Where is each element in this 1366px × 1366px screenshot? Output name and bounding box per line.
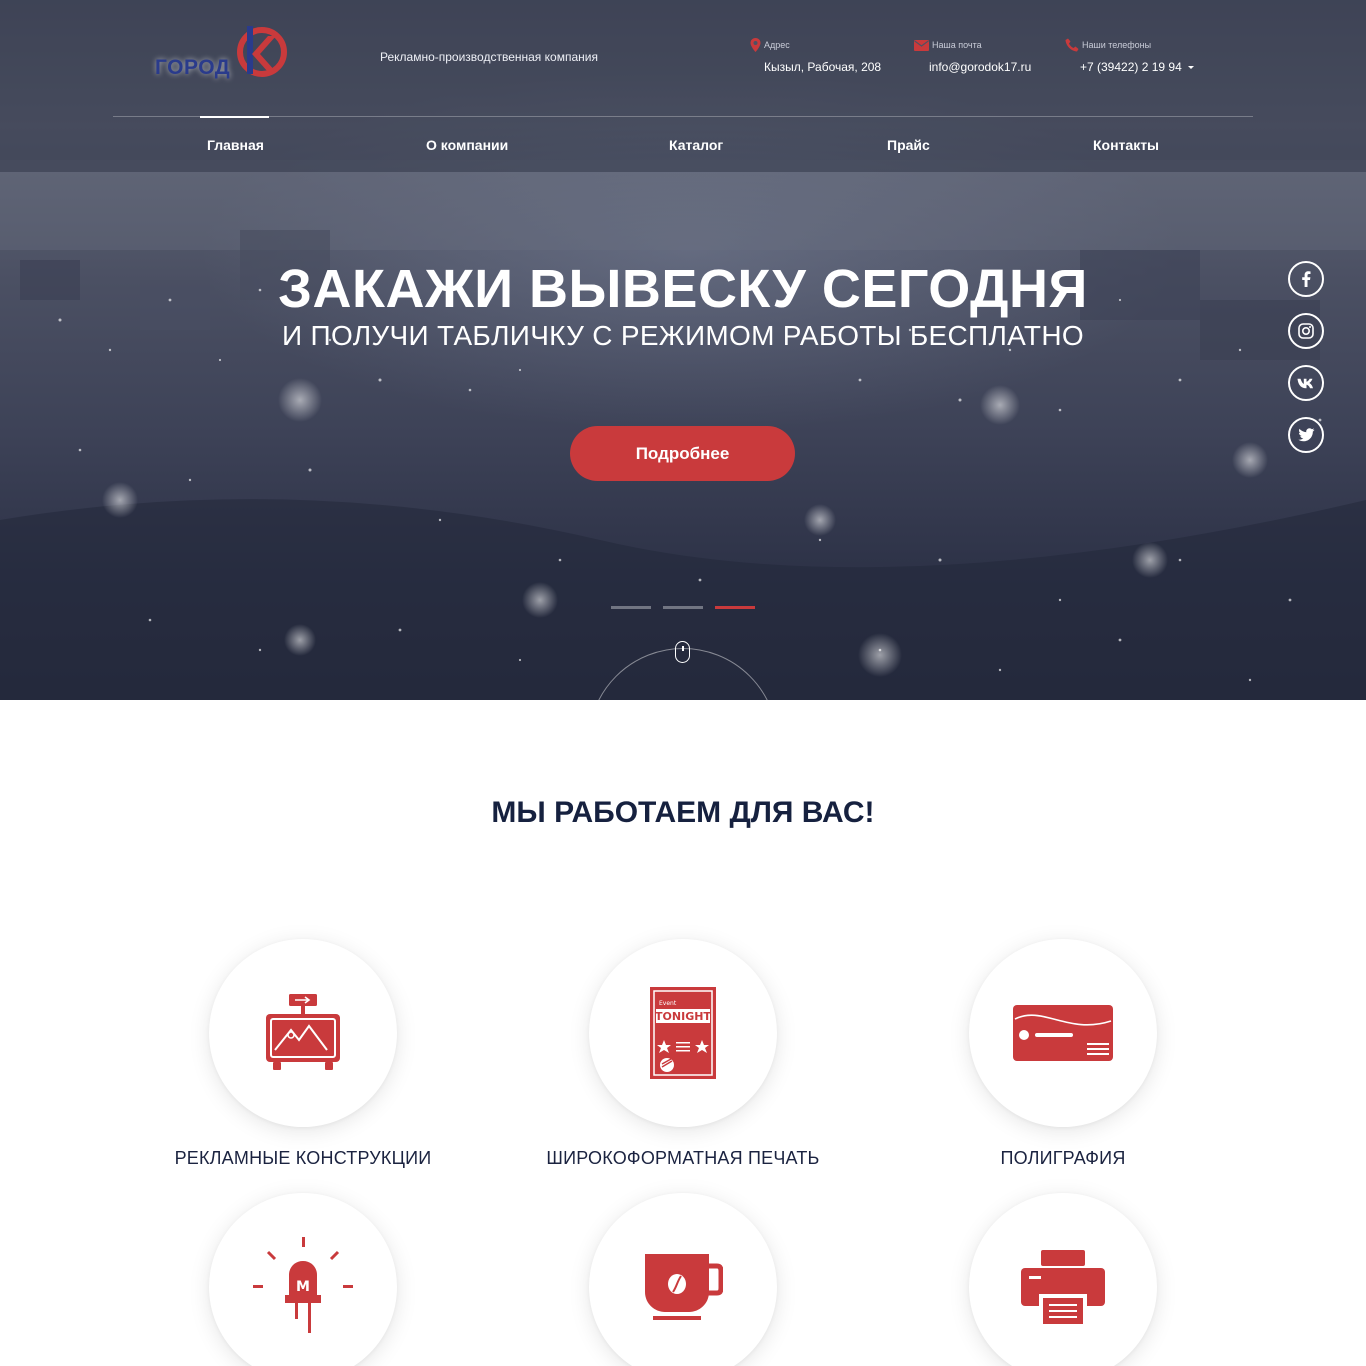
hero-section: ГОРОД Рекламно-производственная компания… [0,0,1366,700]
contact-email: Наша почта info@gorodok17.ru [914,38,1031,74]
phone-label: Наши телефоны [1082,40,1152,50]
printer-icon [1021,1250,1105,1324]
map-pin-icon [750,38,761,52]
billboard-icon [266,994,340,1070]
chevron-down-icon [1187,66,1194,70]
nav-item-home[interactable]: Главная [207,137,264,153]
led-letter: M [296,1279,310,1295]
contact-phone: Наши телефоны +7 (39422) 2 19 94 [1065,38,1194,74]
service-souvenirs[interactable] [589,1193,777,1366]
mug-icon [645,1254,723,1320]
poster-event-text: Event [659,1000,677,1007]
nav-item-contacts[interactable]: Контакты [1093,137,1159,153]
slider-dot-3[interactable] [715,606,755,609]
email-label: Наша почта [932,40,982,50]
facebook-button[interactable] [1288,261,1324,297]
service-print-services[interactable] [969,1193,1157,1366]
logo-text: ГОРОД [155,56,231,79]
service-wide-format-print[interactable]: Event TONIGHT [589,939,777,1127]
address-value: Кызыл, Рабочая, 208 [764,60,882,74]
facebook-icon [1302,271,1311,287]
contact-address: Адрес Кызыл, Рабочая, 208 [750,38,881,74]
company-logo[interactable]: ГОРОД [150,22,290,84]
nav-item-about[interactable]: О компании [426,137,508,153]
led-icon: M [253,1237,353,1333]
instagram-button[interactable] [1288,313,1324,349]
twitter-button[interactable] [1288,417,1324,453]
service-label-advertising: РЕКЛАМНЫЕ КОНСТРУКЦИИ [174,1148,432,1168]
service-label-wide-format: ШИРОКОФОРМАТНАЯ ПЕЧАТЬ [546,1148,820,1168]
service-advertising-structures[interactable] [209,939,397,1127]
service-label-printing: ПОЛИГРАФИЯ [1000,1148,1126,1168]
vk-icon [1297,378,1313,388]
scroll-down-mouse-icon[interactable] [675,641,690,663]
company-tagline: Рекламно-производственная компания [380,50,598,64]
nav-active-indicator [200,116,269,118]
nav-item-catalog[interactable]: Каталог [669,137,723,153]
more-button[interactable]: Подробнее [570,426,795,481]
poster-icon: Event TONIGHT [650,987,716,1079]
nav-divider [113,116,1253,117]
hero-title: ЗАКАЖИ ВЫВЕСКУ СЕГОДНЯ [278,259,1088,319]
phone-number: +7 (39422) 2 19 94 [1080,60,1182,74]
mail-icon [914,40,929,51]
address-label: Адрес [764,40,790,50]
poster-tonight-text: TONIGHT [655,1010,711,1023]
service-printing[interactable] [969,939,1157,1127]
email-link[interactable]: info@gorodok17.ru [914,60,1031,74]
vk-button[interactable] [1288,365,1324,401]
business-card-icon [1013,1005,1113,1061]
phone-icon [1065,38,1079,52]
service-led[interactable]: M [209,1193,397,1366]
hero-subtitle: И ПОЛУЧИ ТАБЛИЧКУ С РЕЖИМОМ РАБОТЫ БЕСПЛ… [282,320,1084,351]
slider-dot-2[interactable] [663,606,703,609]
phone-dropdown[interactable]: +7 (39422) 2 19 94 [1065,60,1194,74]
services-title: МЫ РАБОТАЕМ ДЛЯ ВАС! [491,796,875,829]
nav-item-price[interactable]: Прайс [887,137,930,153]
slider-dot-1[interactable] [611,606,651,609]
instagram-icon [1298,323,1314,339]
twitter-icon [1297,428,1314,442]
